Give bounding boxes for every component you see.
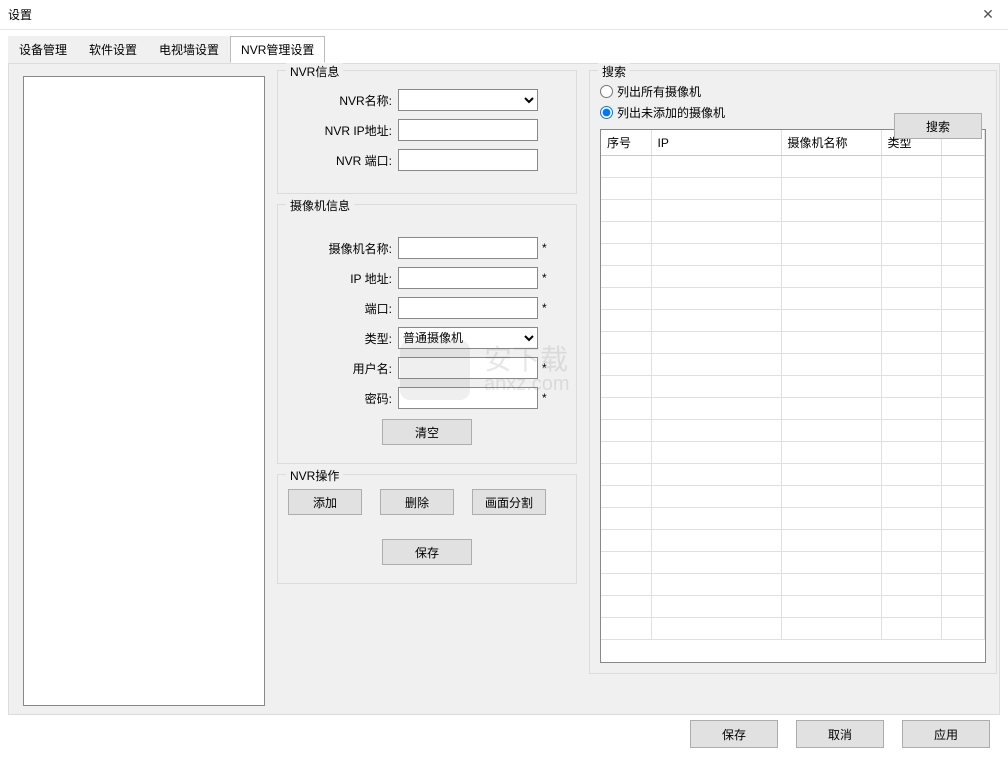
nvr-ip-label: NVR IP地址:	[288, 122, 398, 139]
footer-save-button[interactable]: 保存	[690, 720, 778, 748]
camera-name-input[interactable]	[398, 237, 538, 259]
camera-port-label: 端口:	[288, 300, 398, 317]
required-mark: *	[542, 391, 547, 405]
table-row[interactable]	[601, 442, 985, 464]
radio-list-unadded-label: 列出未添加的摄像机	[617, 104, 725, 121]
nvr-save-button[interactable]: 保存	[382, 539, 472, 565]
required-mark: *	[542, 241, 547, 255]
table-row[interactable]	[601, 618, 985, 640]
col-camera-name[interactable]: 摄像机名称	[781, 130, 881, 156]
table-row[interactable]	[601, 530, 985, 552]
table-row[interactable]	[601, 200, 985, 222]
table-row[interactable]	[601, 178, 985, 200]
camera-info-legend: 摄像机信息	[286, 197, 354, 214]
col-seq[interactable]: 序号	[601, 130, 651, 156]
radio-list-all-label: 列出所有摄像机	[617, 83, 701, 100]
tab-nvr-manage[interactable]: NVR管理设置	[230, 36, 325, 63]
window-title: 设置	[8, 6, 32, 23]
table-row[interactable]	[601, 508, 985, 530]
camera-name-label: 摄像机名称:	[288, 240, 398, 257]
search-results-table[interactable]: 序号 IP 摄像机名称 类型	[600, 129, 986, 663]
titlebar: 设置 ✕	[0, 0, 1008, 30]
clear-button[interactable]: 清空	[382, 419, 472, 445]
nvr-name-select[interactable]	[398, 89, 538, 111]
tab-tvwall-settings[interactable]: 电视墙设置	[148, 36, 230, 63]
search-button[interactable]: 搜索	[894, 113, 982, 139]
tab-device-manage[interactable]: 设备管理	[8, 36, 78, 63]
table-row[interactable]	[601, 244, 985, 266]
table-row[interactable]	[601, 310, 985, 332]
radio-list-unadded[interactable]	[600, 106, 613, 119]
radio-list-all[interactable]	[600, 85, 613, 98]
table-row[interactable]	[601, 486, 985, 508]
required-mark: *	[542, 271, 547, 285]
nvr-port-input[interactable]	[398, 149, 538, 171]
camera-ip-label: IP 地址:	[288, 270, 398, 287]
camera-port-input[interactable]	[398, 297, 538, 319]
table-row[interactable]	[601, 376, 985, 398]
table-row[interactable]	[601, 464, 985, 486]
camera-pwd-label: 密码:	[288, 390, 398, 407]
table-row[interactable]	[601, 552, 985, 574]
split-button[interactable]: 画面分割	[472, 489, 546, 515]
search-legend: 搜索	[598, 63, 630, 80]
camera-type-select[interactable]: 普通摄像机	[398, 327, 538, 349]
camera-user-input[interactable]	[398, 357, 538, 379]
middle-column: NVR信息 NVR名称: NVR IP地址: NVR 端口: 摄像机信息 摄像机…	[277, 70, 577, 594]
nvr-ip-input[interactable]	[398, 119, 538, 141]
required-mark: *	[542, 301, 547, 315]
tab-software-settings[interactable]: 软件设置	[78, 36, 148, 63]
table-row[interactable]	[601, 420, 985, 442]
table-row[interactable]	[601, 596, 985, 618]
add-button[interactable]: 添加	[288, 489, 362, 515]
close-icon[interactable]: ✕	[968, 1, 1008, 29]
camera-type-label: 类型:	[288, 330, 398, 347]
nvr-port-label: NVR 端口:	[288, 152, 398, 169]
nvr-name-label: NVR名称:	[288, 92, 398, 109]
delete-button[interactable]: 删除	[380, 489, 454, 515]
nvr-ops-legend: NVR操作	[286, 467, 343, 484]
table-row[interactable]	[601, 288, 985, 310]
camera-user-label: 用户名:	[288, 360, 398, 377]
camera-ip-input[interactable]	[398, 267, 538, 289]
footer-buttons: 保存 取消 应用	[690, 720, 990, 748]
nvr-info-fieldset: NVR信息 NVR名称: NVR IP地址: NVR 端口:	[277, 70, 577, 194]
footer-apply-button[interactable]: 应用	[902, 720, 990, 748]
nvr-ops-fieldset: NVR操作 添加 删除 画面分割 保存	[277, 474, 577, 584]
table-row[interactable]	[601, 398, 985, 420]
table-row[interactable]	[601, 332, 985, 354]
footer-cancel-button[interactable]: 取消	[796, 720, 884, 748]
table-row[interactable]	[601, 574, 985, 596]
table-row[interactable]	[601, 156, 985, 178]
camera-pwd-input[interactable]	[398, 387, 538, 409]
search-fieldset: 搜索 列出所有摄像机 列出未添加的摄像机 搜索 序号	[589, 70, 997, 674]
table-row[interactable]	[601, 266, 985, 288]
content-area: NVR信息 NVR名称: NVR IP地址: NVR 端口: 摄像机信息 摄像机…	[8, 63, 1000, 715]
camera-info-fieldset: 摄像机信息 摄像机名称: * IP 地址: * 端口: * 类型: 普通摄像机	[277, 204, 577, 464]
device-tree-panel[interactable]	[23, 76, 265, 706]
tab-strip: 设备管理 软件设置 电视墙设置 NVR管理设置	[0, 30, 1008, 63]
required-mark: *	[542, 361, 547, 375]
right-column: 搜索 列出所有摄像机 列出未添加的摄像机 搜索 序号	[589, 70, 997, 674]
table-row[interactable]	[601, 222, 985, 244]
table-row[interactable]	[601, 354, 985, 376]
col-ip[interactable]: IP	[651, 130, 781, 156]
nvr-info-legend: NVR信息	[286, 63, 343, 80]
